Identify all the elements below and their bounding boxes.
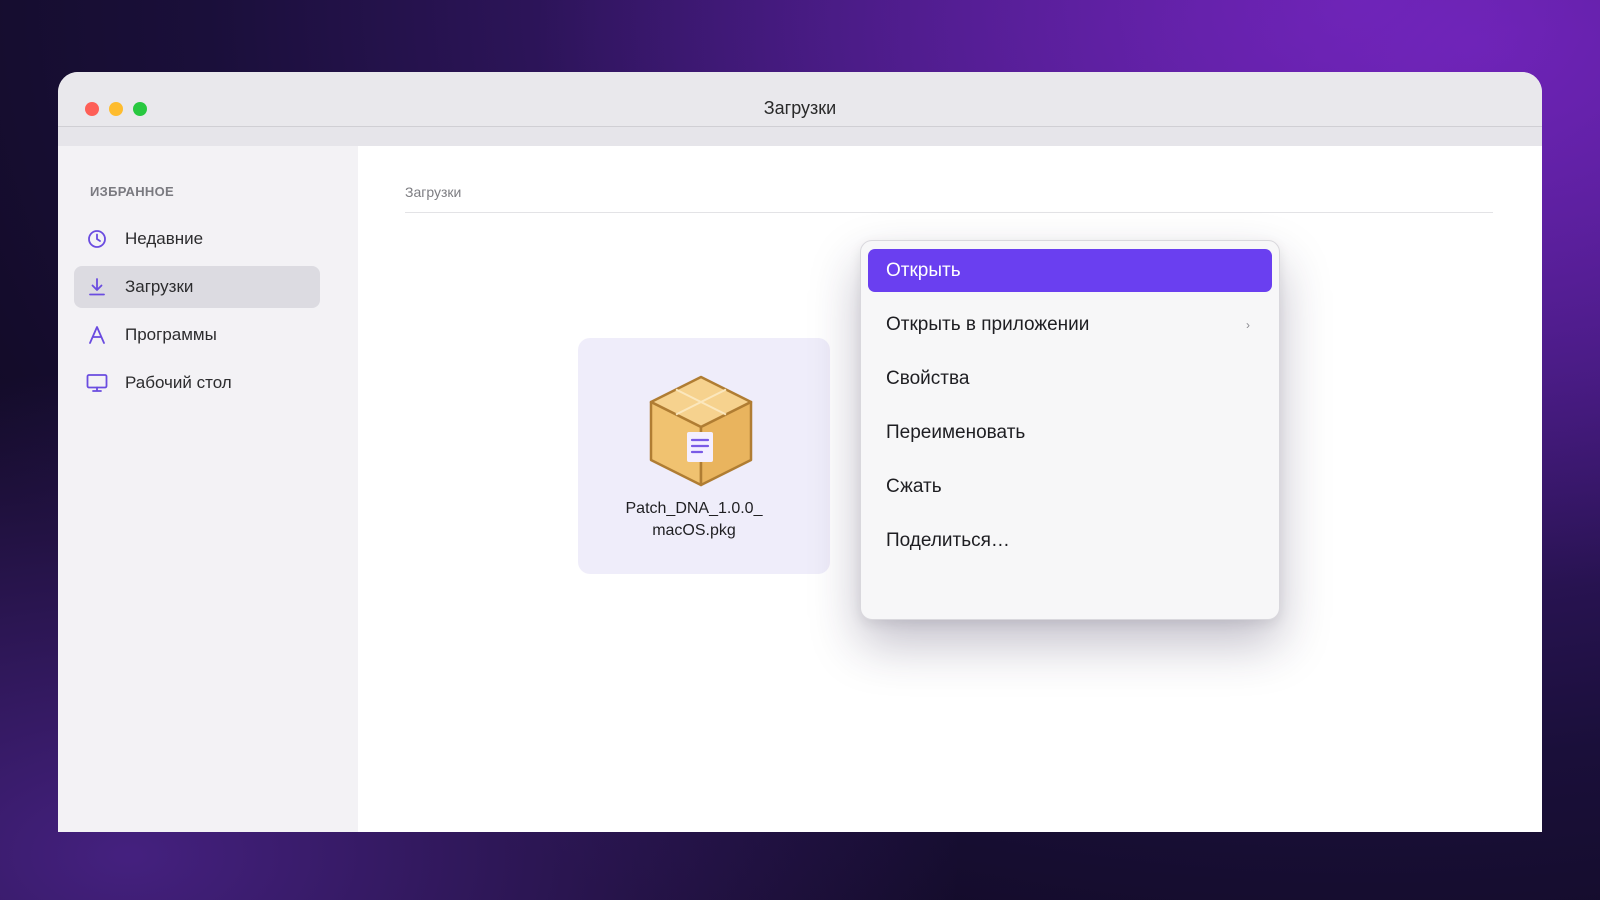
sidebar-item-label: Программы (125, 325, 217, 344)
toolbar-strip (58, 126, 1542, 146)
file-name-line2: macOS.pkg (652, 522, 736, 539)
window-title: Загрузки (763, 98, 837, 118)
sidebar: ИЗБРАННОЕ Недавние Загрузки Программы Ра… (58, 146, 358, 832)
menu-item-share[interactable]: Поделиться… (868, 519, 1272, 562)
sidebar-item-applications[interactable]: Программы (74, 314, 320, 356)
menu-item-label: Поделиться… (886, 529, 1010, 551)
sidebar-item-downloads[interactable]: Загрузки (74, 266, 320, 308)
sidebar-item-recent[interactable]: Недавние (74, 218, 320, 260)
finder-window: Загрузки ИЗБРАННОЕ Недавние Загрузки Про… (58, 72, 1542, 832)
file-name-line1: Patch_DNA_1.0.0_ (625, 500, 763, 517)
sidebar-heading: ИЗБРАННОЕ (90, 184, 175, 199)
sidebar-item-label: Рабочий стол (125, 373, 232, 392)
monitor-icon (86, 372, 108, 394)
context-menu: Открыть Открыть в приложении › Свойства … (860, 240, 1280, 620)
menu-item-label: Открыть (886, 259, 961, 281)
menu-item-properties[interactable]: Свойства (868, 357, 1272, 400)
divider (405, 212, 1493, 213)
menu-item-label: Открыть в приложении (886, 313, 1090, 335)
download-icon (86, 276, 108, 298)
title-bar: Загрузки (58, 72, 1542, 146)
file-name: Patch_DNA_1.0.0_ macOS.pkg (578, 498, 810, 542)
menu-item-label: Свойства (886, 367, 970, 389)
menu-item-label: Переименовать (886, 421, 1026, 443)
clock-icon (86, 228, 108, 250)
breadcrumb: Загрузки (405, 184, 462, 200)
menu-item-open-with[interactable]: Открыть в приложении › (868, 303, 1272, 346)
menu-item-compress[interactable]: Сжать (868, 465, 1272, 508)
menu-item-rename[interactable]: Переименовать (868, 411, 1272, 454)
package-icon (648, 374, 754, 488)
apps-icon (86, 324, 108, 346)
chevron-right-icon: › (1246, 317, 1250, 332)
sidebar-item-label: Загрузки (125, 277, 194, 296)
menu-item-open[interactable]: Открыть (868, 249, 1272, 292)
sidebar-item-desktop[interactable]: Рабочий стол (74, 362, 320, 404)
menu-item-label: Сжать (886, 475, 942, 497)
sidebar-item-label: Недавние (125, 229, 204, 248)
file-item[interactable]: Patch_DNA_1.0.0_ macOS.pkg (578, 338, 830, 574)
